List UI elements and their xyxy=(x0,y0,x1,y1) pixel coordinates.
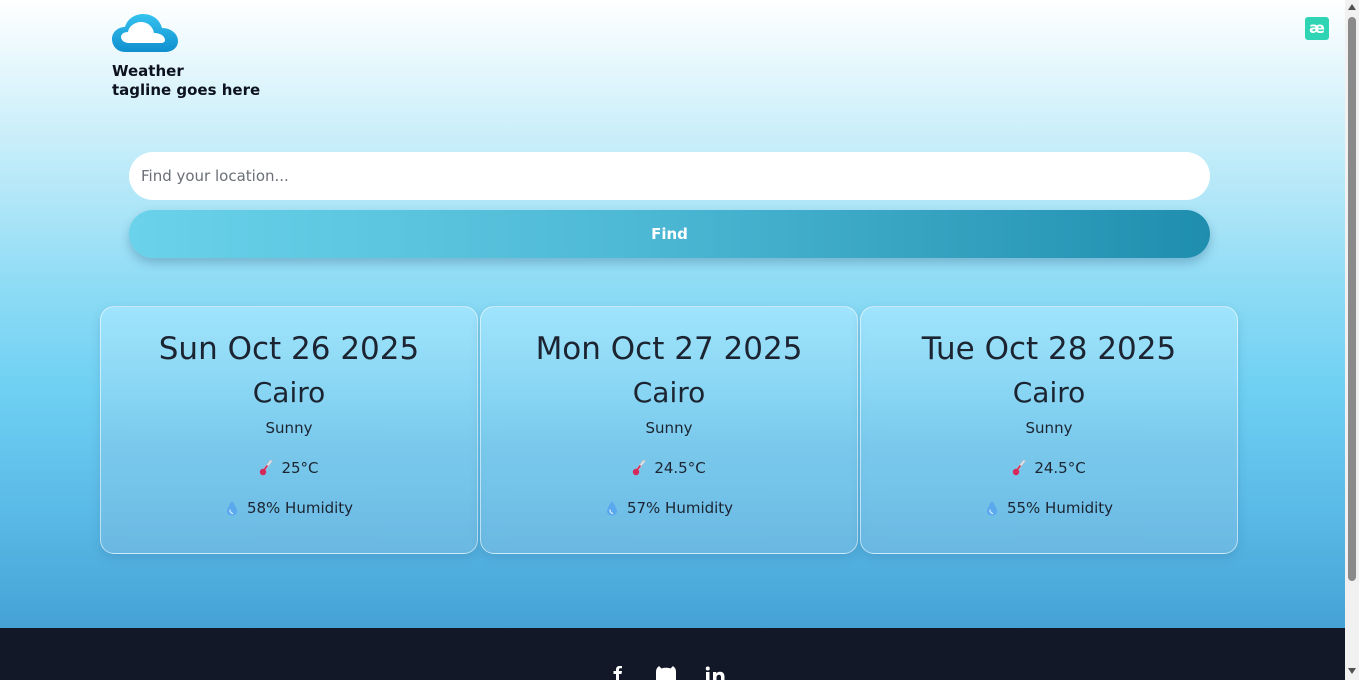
humidity-row: 57% Humidity xyxy=(481,498,857,518)
temperature-value: 24.5°C xyxy=(1034,459,1086,477)
extension-badge-icon[interactable]: æ xyxy=(1305,17,1329,40)
temperature-row: 24.5°C xyxy=(481,458,857,478)
vertical-scrollbar[interactable] xyxy=(1345,0,1359,680)
scroll-down-arrow-icon[interactable] xyxy=(1348,668,1356,674)
thermometer-icon xyxy=(1013,460,1026,476)
forecast-condition: Sunny xyxy=(645,419,693,437)
droplet-icon xyxy=(606,501,617,516)
temperature-row: 24.5°C xyxy=(861,458,1237,478)
forecast-condition: Sunny xyxy=(1025,419,1073,437)
scrollbar-thumb[interactable] xyxy=(1348,17,1356,581)
brand-name: Weather xyxy=(112,62,184,80)
main-content: Weather tagline goes here æ Find Sun Oct… xyxy=(0,0,1345,628)
find-button[interactable]: Find xyxy=(129,210,1210,258)
forecast-date: Mon Oct 27 2025 xyxy=(535,331,803,367)
brand-tagline: tagline goes here xyxy=(112,81,261,99)
temperature-value: 25°C xyxy=(281,459,319,477)
forecast-condition: Sunny xyxy=(265,419,313,437)
forecast-city: Cairo xyxy=(1012,376,1086,409)
humidity-value: 55% Humidity xyxy=(1006,499,1114,517)
footer xyxy=(0,628,1345,680)
humidity-value: 58% Humidity xyxy=(246,499,354,517)
forecast-city: Cairo xyxy=(632,376,706,409)
humidity-value: 57% Humidity xyxy=(626,499,734,517)
cloud-icon[interactable] xyxy=(110,12,180,56)
weather-page: Weather tagline goes here æ Find Sun Oct… xyxy=(0,0,1359,680)
humidity-row: 58% Humidity xyxy=(101,498,477,518)
forecast-date: Tue Oct 28 2025 xyxy=(921,331,1177,367)
droplet-icon xyxy=(226,501,237,516)
thermometer-icon xyxy=(633,460,646,476)
facebook-icon[interactable] xyxy=(611,666,623,680)
thermometer-icon xyxy=(260,460,273,476)
forecast-card: Sun Oct 26 2025 Cairo Sunny 25°C 58% Hum… xyxy=(100,306,478,554)
temperature-row: 25°C xyxy=(101,458,477,478)
search-input[interactable] xyxy=(129,152,1210,200)
forecast-city: Cairo xyxy=(252,376,326,409)
scroll-up-arrow-icon[interactable] xyxy=(1348,4,1356,10)
forecast-card: Tue Oct 28 2025 Cairo Sunny 24.5°C 55% H… xyxy=(860,306,1238,554)
github-icon[interactable] xyxy=(653,666,679,680)
temperature-value: 24.5°C xyxy=(654,459,706,477)
forecast-card: Mon Oct 27 2025 Cairo Sunny 24.5°C 57% H… xyxy=(480,306,858,554)
droplet-icon xyxy=(986,501,997,516)
forecast-date: Sun Oct 26 2025 xyxy=(158,331,420,367)
humidity-row: 55% Humidity xyxy=(861,498,1237,518)
linkedin-icon[interactable] xyxy=(705,666,731,680)
